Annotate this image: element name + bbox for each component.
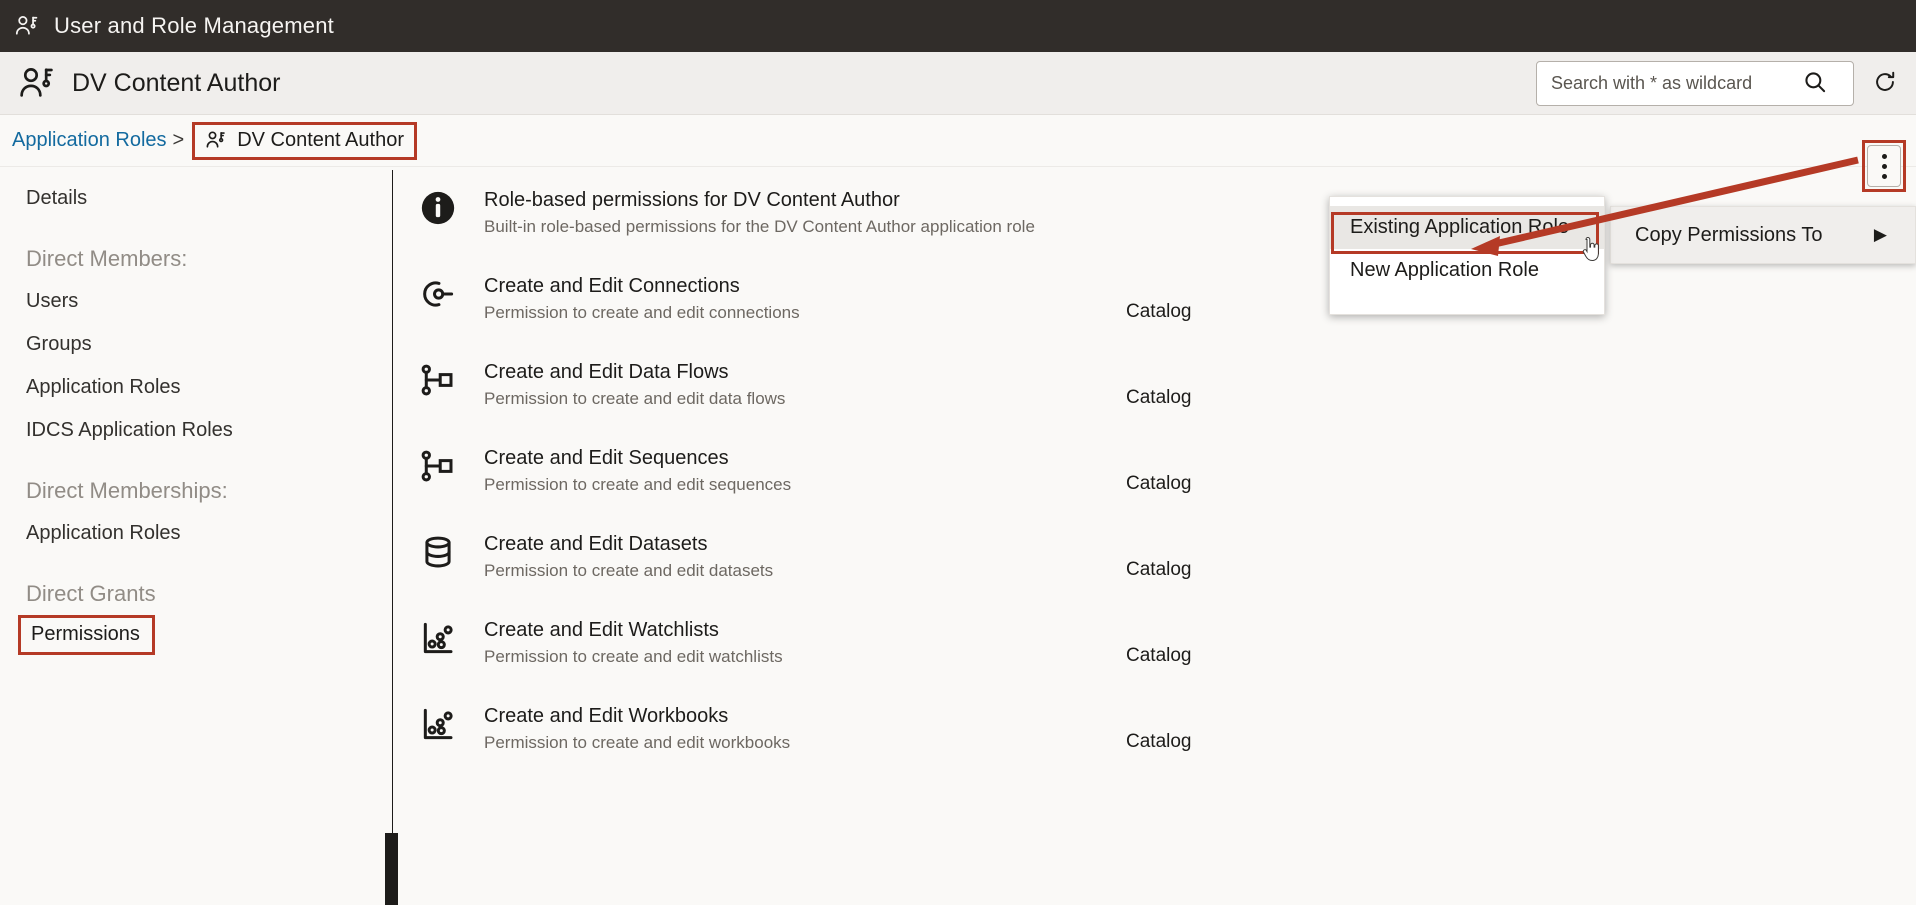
sidebar-group-direct-grants: Direct Grants <box>0 555 392 615</box>
role-header-left: DV Content Author <box>0 64 280 102</box>
search-button[interactable] <box>1792 62 1838 105</box>
list-item-description: Permission to create and edit workbooks <box>484 730 1126 756</box>
list-item-text: Create and Edit Watchlists Permission to… <box>466 617 1126 670</box>
user-role-icon <box>14 13 40 39</box>
page-title: DV Content Author <box>72 69 280 98</box>
list-item-description: Permission to create and edit sequences <box>484 472 1126 498</box>
list-item-text: Create and Edit Datasets Permission to c… <box>466 531 1126 584</box>
list-item-title: Create and Edit Workbooks <box>484 703 1126 729</box>
sidebar-item-idcs-application-roles[interactable]: IDCS Application Roles <box>0 409 392 452</box>
list-item-scope: Catalog <box>1126 273 1192 323</box>
sidebar-item-groups[interactable]: Groups <box>0 323 392 366</box>
list-item-description: Permission to create and edit datasets <box>484 558 1126 584</box>
search-box[interactable] <box>1536 61 1854 106</box>
list-item-description: Permission to create and edit data flows <box>484 386 1126 412</box>
list-item[interactable]: Create and Edit Workbooks Permission to … <box>410 683 1900 769</box>
sidebar: Details Direct Members: Users Groups App… <box>0 167 392 905</box>
sidebar-item-users[interactable]: Users <box>0 280 392 323</box>
chevron-right-icon: ▶ <box>1874 225 1887 245</box>
app-root: User and Role Management DV Content Auth… <box>0 0 1916 905</box>
window-titlebar: User and Role Management <box>0 0 1916 52</box>
sidebar-item-application-roles[interactable]: Application Roles <box>0 366 392 409</box>
list-item[interactable]: Create and Edit Data Flows Permission to… <box>410 339 1900 425</box>
list-item-scope: Catalog <box>1126 359 1192 409</box>
list-item-title: Role-based permissions for DV Content Au… <box>484 187 1126 213</box>
role-header: DV Content Author <box>0 52 1916 115</box>
context-menu-copy-permissions-to[interactable]: Copy Permissions To ▶ <box>1610 206 1916 264</box>
user-role-icon <box>205 129 227 151</box>
sequence-icon <box>410 445 466 485</box>
connection-icon <box>410 273 466 313</box>
list-item-description: Permission to create and edit watchlists <box>484 644 1126 670</box>
sidebar-divider <box>392 170 393 905</box>
dataflow-icon <box>410 359 466 399</box>
sidebar-item-details[interactable]: Details <box>0 177 392 220</box>
info-icon <box>410 187 466 227</box>
sidebar-item-memberships-application-roles[interactable]: Application Roles <box>0 512 392 555</box>
dataset-icon <box>410 531 466 571</box>
list-item-title: Create and Edit Data Flows <box>484 359 1126 385</box>
sidebar-group-direct-members: Direct Members: <box>0 220 392 280</box>
sidebar-group-direct-memberships: Direct Memberships: <box>0 452 392 512</box>
watchlist-icon <box>410 617 466 657</box>
list-item-scope: Catalog <box>1126 617 1192 667</box>
list-item-scope: Catalog <box>1126 445 1192 495</box>
submenu-item-new-application-role[interactable]: New Application Role <box>1330 249 1604 292</box>
list-item-description: Built-in role-based permissions for the … <box>484 214 1126 240</box>
breadcrumb-current[interactable]: DV Content Author <box>192 122 417 160</box>
list-item-title: Create and Edit Connections <box>484 273 1126 299</box>
refresh-button[interactable] <box>1868 66 1902 100</box>
role-header-right <box>1536 61 1916 106</box>
breadcrumb-current-label: DV Content Author <box>237 129 404 152</box>
user-role-avatar-icon <box>18 64 56 102</box>
list-item-text: Create and Edit Data Flows Permission to… <box>466 359 1126 412</box>
list-item[interactable]: Create and Edit Connections Permission t… <box>410 253 1900 339</box>
list-item-title: Create and Edit Sequences <box>484 445 1126 471</box>
list-item[interactable]: Create and Edit Watchlists Permission to… <box>410 597 1900 683</box>
search-icon <box>1802 69 1828 98</box>
refresh-icon <box>1872 69 1898 98</box>
list-item-text: Create and Edit Workbooks Permission to … <box>466 703 1126 756</box>
list-item-description: Permission to create and edit connection… <box>484 300 1126 326</box>
breadcrumb-separator: > <box>173 129 185 152</box>
breadcrumb: Application Roles > DV Content Author <box>0 115 1916 167</box>
permissions-list: Role-based permissions for DV Content Au… <box>410 167 1900 905</box>
workbook-icon <box>410 703 466 743</box>
context-menu-item-label: Copy Permissions To <box>1611 224 1822 247</box>
list-item[interactable]: Create and Edit Sequences Permission to … <box>410 425 1900 511</box>
list-item-scope: Catalog <box>1126 531 1192 581</box>
breadcrumb-parent-link[interactable]: Application Roles <box>12 129 167 152</box>
sidebar-item-permissions[interactable]: Permissions <box>18 615 155 655</box>
list-item-text: Role-based permissions for DV Content Au… <box>466 187 1126 240</box>
list-item-scope: Catalog <box>1126 703 1192 753</box>
vertical-scrollbar-thumb[interactable] <box>385 833 398 905</box>
list-item-title: Create and Edit Watchlists <box>484 617 1126 643</box>
window-title: User and Role Management <box>54 13 334 39</box>
list-item-text: Create and Edit Connections Permission t… <box>466 273 1126 326</box>
context-submenu: Existing Application Role New Applicatio… <box>1329 196 1605 315</box>
list-item-text: Create and Edit Sequences Permission to … <box>466 445 1126 498</box>
list-item[interactable]: Create and Edit Datasets Permission to c… <box>410 511 1900 597</box>
list-item-title: Create and Edit Datasets <box>484 531 1126 557</box>
submenu-item-existing-application-role[interactable]: Existing Application Role <box>1330 206 1604 249</box>
search-input[interactable] <box>1537 62 1792 105</box>
